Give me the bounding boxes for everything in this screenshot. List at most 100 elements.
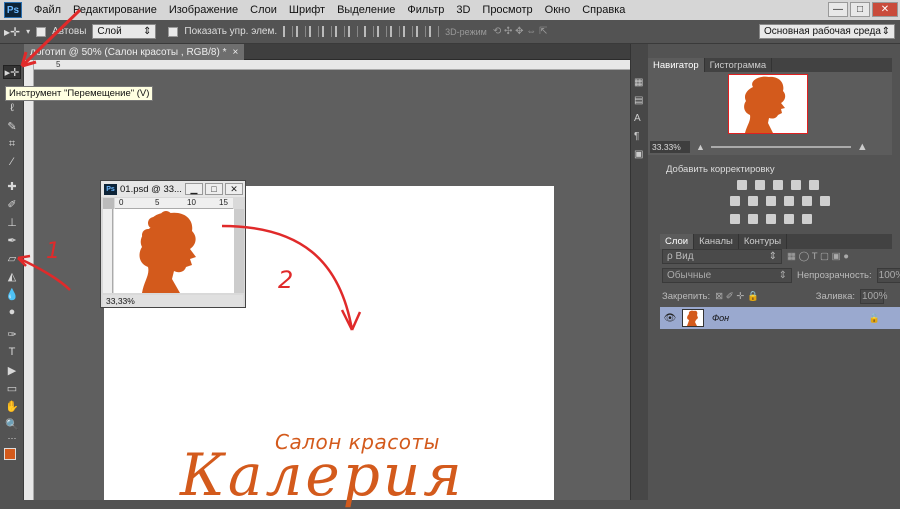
ruler-vertical [24, 60, 34, 500]
tool-preset-dropdown-icon[interactable]: ▾ [26, 27, 30, 36]
distribute-buttons[interactable] [364, 26, 440, 37]
layer-kind-value: ρ Вид [667, 250, 694, 262]
chevron-down-icon: ⇕ [768, 250, 777, 262]
eyedropper-tool-icon[interactable]: ⁄ [3, 155, 21, 169]
floating-document-canvas[interactable] [114, 209, 234, 293]
menu-filter[interactable]: Фильтр [401, 4, 450, 16]
menu-edit[interactable]: Редактирование [67, 4, 163, 16]
rectangle-tool-icon[interactable]: ▭ [3, 381, 21, 395]
workspace-dropdown[interactable]: Основная рабочая среда ⇕ [759, 24, 895, 39]
layer-kind-filter[interactable]: ρ Вид ⇕ [662, 248, 782, 264]
healing-brush-tool-icon[interactable]: ✚ [3, 179, 21, 193]
path-select-tool-icon[interactable]: ▶ [3, 363, 21, 377]
show-controls-checkbox[interactable] [168, 26, 179, 37]
floating-window-titlebar[interactable]: Ps 01.psd @ 33... ▁ □ ✕ [101, 181, 245, 197]
tab-navigator[interactable]: Навигатор [648, 58, 705, 73]
zoom-tool-icon[interactable]: 🔍 [3, 417, 21, 431]
adjustment-icons-row-1[interactable] [660, 176, 819, 190]
menu-3d[interactable]: 3D [450, 4, 476, 16]
tab-document[interactable]: логотип @ 50% (Салон красоты , RGB/8) * … [24, 44, 245, 60]
toolbox: ▸✛ ⬚ ℓ ✎ ⌗ ⁄ ✚ ✐ ⊥ ✒ ▱ ◭ 💧 ● ✑ T ▶ ▭ ✋ 🔍… [0, 60, 24, 500]
dodge-tool-icon[interactable]: ● [3, 305, 21, 319]
auto-select-checkbox[interactable] [36, 26, 47, 37]
ruler-tick-label: 5 [56, 60, 61, 69]
blend-row: Обычные ⇕ Непрозрачность: 100% [662, 267, 900, 283]
layer-item[interactable]: 👁 Фон 🔒 [660, 307, 900, 329]
lock-label: Закрепить: [662, 290, 711, 302]
navigator-zoom-slider[interactable] [710, 146, 851, 148]
more-tools-icon[interactable]: ⋯ [3, 431, 21, 445]
zoom-out-icon[interactable]: ▲ [696, 142, 705, 152]
blur-tool-icon[interactable]: 💧 [3, 287, 21, 301]
tab-document-title: логотип @ 50% (Салон красоты , RGB/8) * [30, 46, 227, 58]
move-tool-icon[interactable]: ▸✛ [4, 25, 20, 39]
menu-layers[interactable]: Слои [244, 4, 283, 16]
minimize-button[interactable]: — [828, 2, 848, 17]
canvas-title: Калерия [180, 441, 465, 509]
navigator-preview[interactable] [728, 74, 808, 134]
clone-stamp-tool-icon[interactable]: ⊥ [3, 215, 21, 229]
crop-tool-icon[interactable]: ⌗ [3, 137, 21, 151]
menu-image[interactable]: Изображение [163, 4, 244, 16]
zoom-in-icon[interactable]: ▲ [857, 141, 868, 153]
filter-icons[interactable]: ▦ ◯ T ▢ ▣ ● [787, 251, 849, 262]
photoshop-logo-icon: Ps [4, 2, 22, 18]
eraser-tool-icon[interactable]: ▱ [3, 251, 21, 265]
vertical-scrollbar[interactable] [234, 209, 244, 293]
menu-help[interactable]: Справка [576, 4, 631, 16]
close-tab-icon[interactable]: × [232, 47, 238, 58]
ruler-horizontal: 5 [34, 60, 630, 70]
close-button[interactable]: ✕ [225, 183, 243, 195]
opacity-value: 100% [878, 269, 900, 281]
lock-row: Закрепить: ⊠ ✐ ✛ 🔒 Заливка: 100% [662, 288, 888, 304]
foreground-color-swatch[interactable] [4, 448, 16, 460]
type-tool-icon[interactable]: T [3, 345, 21, 359]
zoom-level[interactable]: 33,33% [106, 296, 135, 306]
layer-name[interactable]: Фон [712, 313, 729, 323]
layers-panel-tabs: Слои Каналы Контуры [660, 234, 892, 249]
navigator-zoom-field[interactable]: 33.33% [650, 141, 690, 153]
align-buttons[interactable] [283, 26, 359, 37]
fill-field[interactable]: 100% [860, 288, 888, 304]
hand-tool-icon[interactable]: ✋ [3, 399, 21, 413]
opacity-label: Непрозрачность: [797, 269, 872, 281]
floating-document-window[interactable]: Ps 01.psd @ 33... ▁ □ ✕ 0 5 10 15 33,33% [100, 180, 246, 308]
visibility-eye-icon[interactable]: 👁 [660, 313, 680, 324]
menu-type[interactable]: Шрифт [283, 4, 331, 16]
minimize-button[interactable]: ▁ [185, 183, 203, 195]
adjustment-icons-row-3[interactable] [653, 210, 812, 224]
ruler-horizontal: 0 5 10 15 [115, 198, 233, 209]
move-tool-icon[interactable]: ▸✛ [3, 65, 21, 79]
opacity-field[interactable]: 100% [876, 267, 900, 283]
blend-mode-dropdown[interactable]: Обычные ⇕ [662, 267, 792, 283]
maximize-button[interactable]: □ [205, 183, 223, 195]
3d-tools-icons[interactable]: ⟲ ✣ ✥ ⇔ ⇱ [493, 26, 548, 37]
menu-select[interactable]: Выделение [331, 4, 401, 16]
navigator-panel-tabs: Навигатор Гистограмма [648, 58, 892, 73]
maximize-button[interactable]: □ [850, 2, 870, 17]
photoshop-logo-icon: Ps [104, 183, 117, 195]
panel-icons[interactable]: ▦ ▤ A ¶ ▣ [634, 74, 643, 164]
move-tool-tooltip: Инструмент "Перемещение" (V) [5, 86, 154, 101]
adjustment-icons-row-2[interactable] [653, 192, 830, 206]
menu-window[interactable]: Окно [539, 4, 577, 16]
lasso-tool-icon[interactable]: ℓ [3, 101, 21, 115]
lock-icon: 🔒 [868, 312, 880, 323]
chevron-down-icon: ⇕ [143, 26, 152, 37]
history-brush-tool-icon[interactable]: ✒ [3, 233, 21, 247]
lock-icons[interactable]: ⊠ ✐ ✛ 🔒 [715, 291, 759, 302]
tab-layers[interactable]: Слои [660, 234, 695, 249]
pen-tool-icon[interactable]: ✑ [3, 327, 21, 341]
close-button[interactable]: ✕ [872, 2, 898, 17]
menu-view[interactable]: Просмотр [476, 4, 538, 16]
paint-bucket-tool-icon[interactable]: ◭ [3, 269, 21, 283]
tab-paths[interactable]: Контуры [739, 234, 788, 249]
quick-select-tool-icon[interactable]: ✎ [3, 119, 21, 133]
layer-select-dropdown[interactable]: Слой ⇕ [92, 24, 157, 39]
tab-channels[interactable]: Каналы [694, 234, 739, 249]
tab-histogram[interactable]: Гистограмма [705, 58, 773, 73]
brush-tool-icon[interactable]: ✐ [3, 197, 21, 211]
3d-mode-label: 3D-режим [445, 26, 487, 37]
ruler-tick-label: 5 [155, 198, 160, 207]
menu-file[interactable]: Файл [28, 4, 67, 16]
